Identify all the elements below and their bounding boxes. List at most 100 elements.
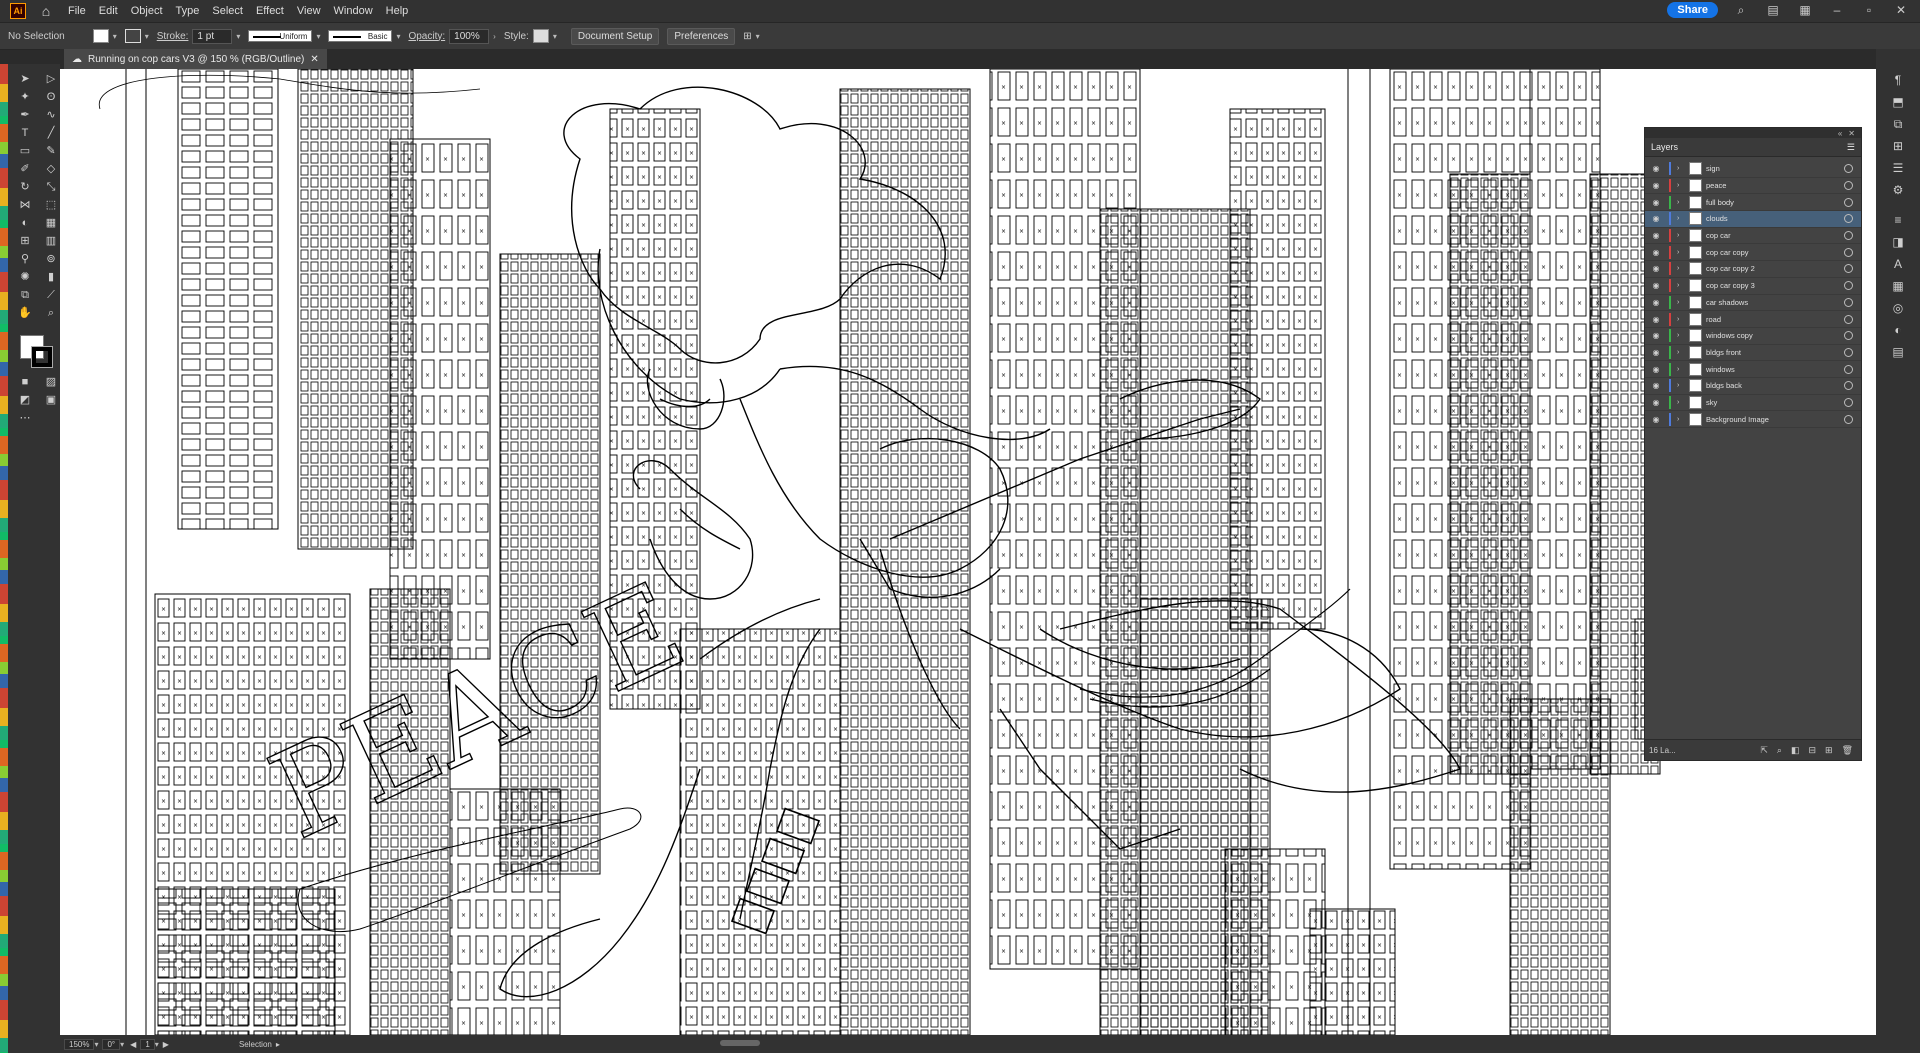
visibility-eye-icon[interactable]: ◉ <box>1649 214 1663 223</box>
layer-row[interactable]: ◉ › cop car copy <box>1645 244 1861 262</box>
blend-tool-icon[interactable]: ⊚ <box>42 252 60 267</box>
fill-swatch[interactable] <box>92 29 109 43</box>
layer-row[interactable]: ◉ › bldgs back <box>1645 378 1861 395</box>
expand-arrow-icon[interactable]: › <box>1677 199 1687 206</box>
layer-target-icon[interactable] <box>1844 381 1853 391</box>
maximize-icon[interactable]: ▫ <box>1860 3 1878 17</box>
expand-arrow-icon[interactable]: › <box>1677 282 1687 289</box>
slice-tool-icon[interactable]: ⟋ <box>42 288 60 303</box>
horizontal-scrollbar[interactable] <box>720 1040 760 1046</box>
home-icon[interactable]: ⌂ <box>38 3 54 19</box>
layer-row[interactable]: ◉ › windows copy <box>1645 328 1861 345</box>
transform-icon[interactable]: ⊞ <box>1888 139 1908 155</box>
expand-arrow-icon[interactable]: › <box>1677 382 1687 389</box>
align-icon[interactable]: ≡ <box>1888 213 1908 229</box>
chevron-down-icon[interactable]: ▾ <box>236 32 240 41</box>
close-tab-icon[interactable]: ✕ <box>310 54 318 65</box>
layer-name[interactable]: cop car copy 3 <box>1706 281 1844 290</box>
chevron-down-icon[interactable]: ▾ <box>553 32 557 41</box>
expand-arrow-icon[interactable]: › <box>1677 332 1687 339</box>
layer-target-icon[interactable] <box>1844 414 1853 424</box>
layer-name[interactable]: Background Image <box>1706 415 1844 424</box>
eraser-tool-icon[interactable]: ◇ <box>42 162 60 177</box>
layer-name[interactable]: cop car copy <box>1706 248 1844 257</box>
menu-view[interactable]: View <box>297 5 321 17</box>
chevron-down-icon[interactable]: ▾ <box>145 32 149 41</box>
expand-arrow-icon[interactable]: › <box>1677 232 1687 239</box>
layer-name[interactable]: full body <box>1706 198 1844 207</box>
share-button[interactable]: Share <box>1667 2 1718 18</box>
expand-arrow-icon[interactable]: › <box>1677 249 1687 256</box>
layer-name[interactable]: windows copy <box>1706 331 1844 340</box>
visibility-eye-icon[interactable]: ◉ <box>1649 231 1663 240</box>
swatches-icon[interactable]: ▦ <box>1888 279 1908 295</box>
edit-toolbar-icon[interactable]: ⋯ <box>16 411 34 426</box>
layer-name[interactable]: cop car <box>1706 231 1844 240</box>
character-icon[interactable]: A <box>1888 257 1908 273</box>
close-panel-icon[interactable]: ✕ <box>1848 129 1855 138</box>
direct-selection-tool-icon[interactable]: ▷ <box>42 72 60 87</box>
shaper-tool-icon[interactable]: ✐ <box>16 162 34 177</box>
stroke-weight-field[interactable]: 1 pt <box>192 28 233 44</box>
layer-target-icon[interactable] <box>1844 181 1853 191</box>
layer-name[interactable]: sky <box>1706 398 1844 407</box>
zoom-field[interactable]: 150% <box>64 1038 95 1050</box>
visibility-eye-icon[interactable]: ◉ <box>1649 248 1663 257</box>
document-tab[interactable]: ☁ Running on cop cars V3 @ 150 % (RGB/Ou… <box>64 49 327 69</box>
stroke-color-box[interactable] <box>32 347 52 367</box>
menu-file[interactable]: File <box>68 5 86 17</box>
layer-target-icon[interactable] <box>1844 214 1853 224</box>
layer-name[interactable]: road <box>1706 315 1844 324</box>
delete-layer-icon[interactable]: 🗑 <box>1842 745 1853 756</box>
layer-name[interactable]: windows <box>1706 365 1844 374</box>
search-icon[interactable]: ⌕ <box>1732 3 1750 18</box>
expand-arrow-icon[interactable]: › <box>1677 416 1687 423</box>
layer-name[interactable]: clouds <box>1706 214 1844 223</box>
locate-object-icon[interactable]: ⌕ <box>1777 745 1782 756</box>
opacity-field[interactable]: 100% <box>449 28 490 44</box>
layer-name[interactable]: bldgs back <box>1706 381 1844 390</box>
layer-row[interactable]: ◉ › cop car copy 3 <box>1645 278 1861 295</box>
expand-arrow-icon[interactable]: › <box>1677 165 1687 172</box>
document-setup-button[interactable]: Document Setup <box>570 27 660 45</box>
layer-row[interactable]: ◉ › cop car <box>1645 228 1861 245</box>
appearance-icon[interactable]: ⚙ <box>1888 183 1908 199</box>
color-mode-icon[interactable]: ■ <box>16 375 34 390</box>
layer-target-icon[interactable] <box>1844 364 1853 374</box>
curvature-tool-icon[interactable]: ∿ <box>42 108 60 123</box>
stroke-panel-icon[interactable]: ◎ <box>1888 301 1908 317</box>
layer-row[interactable]: ◉ › clouds <box>1645 211 1861 228</box>
menu-type[interactable]: Type <box>176 5 200 17</box>
menu-select[interactable]: Select <box>212 5 243 17</box>
layer-row[interactable]: ◉ › sky <box>1645 395 1861 412</box>
pen-tool-icon[interactable]: ✒ <box>16 108 34 123</box>
menu-help[interactable]: Help <box>386 5 409 17</box>
rotation-field[interactable]: 0° <box>102 1038 121 1050</box>
gradient-panel-icon[interactable]: ▤ <box>1888 345 1908 361</box>
menu-edit[interactable]: Edit <box>99 5 118 17</box>
stroke-swatch[interactable] <box>124 29 141 43</box>
visibility-eye-icon[interactable]: ◉ <box>1649 331 1663 340</box>
layer-name[interactable]: sign <box>1706 164 1844 173</box>
visibility-eye-icon[interactable]: ◉ <box>1649 281 1663 290</box>
expand-arrow-icon[interactable]: › <box>1677 316 1687 323</box>
perspective-grid-tool-icon[interactable]: ▦ <box>42 216 60 231</box>
chevron-down-icon[interactable]: ▾ <box>155 1040 159 1049</box>
pathfinder-icon[interactable]: ◨ <box>1888 235 1908 251</box>
next-artboard-icon[interactable]: ▶ <box>163 1040 169 1049</box>
layer-target-icon[interactable] <box>1844 247 1853 257</box>
symbol-sprayer-tool-icon[interactable]: ✺ <box>16 270 34 285</box>
artboard[interactable]: × × <box>60 69 1876 1035</box>
visibility-eye-icon[interactable]: ◉ <box>1649 415 1663 424</box>
new-sublayer-icon[interactable]: ⊟ <box>1808 745 1816 756</box>
artboard-field[interactable]: 1 <box>140 1038 155 1050</box>
color-guide-icon[interactable]: ◐ <box>1888 323 1908 339</box>
layer-row[interactable]: ◉ › Background Image <box>1645 411 1861 428</box>
layer-target-icon[interactable] <box>1844 314 1853 324</box>
canvas[interactable]: × × <box>60 69 1876 1035</box>
brush-select[interactable]: Basic <box>328 30 393 42</box>
hand-tool-icon[interactable]: ✋ <box>16 306 34 321</box>
free-transform-tool-icon[interactable]: ⬚ <box>42 198 60 213</box>
menu-window[interactable]: Window <box>334 5 373 17</box>
chevron-down-icon[interactable]: ▾ <box>120 1040 124 1049</box>
